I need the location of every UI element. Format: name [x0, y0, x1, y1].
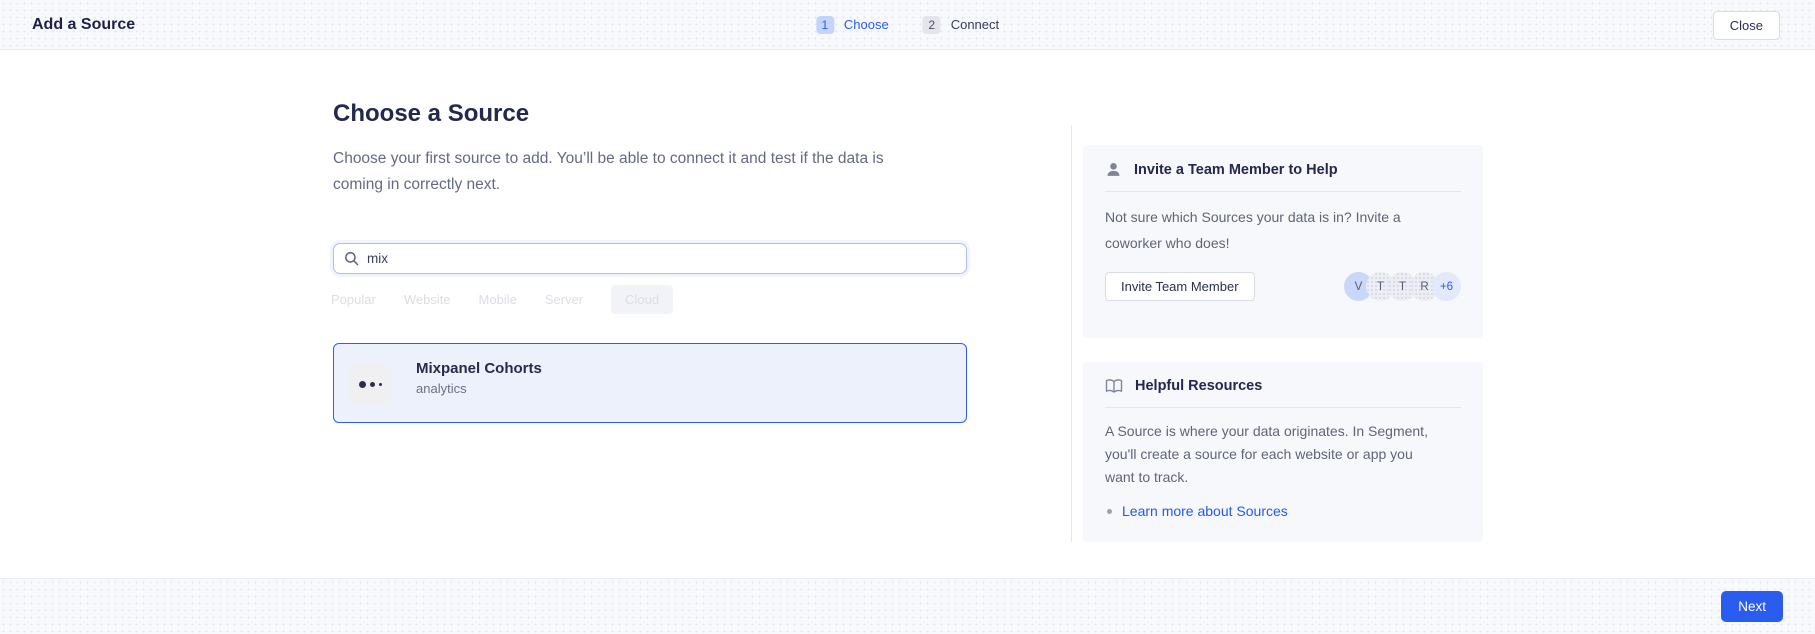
next-button[interactable]: Next [1721, 591, 1783, 622]
description-line-2: coming in correctly next. [333, 172, 884, 198]
avatar-overflow-count: +6 [1432, 272, 1461, 301]
step-2-badge: 2 [923, 16, 941, 34]
description-line-1: Choose your first source to add. You’ll … [333, 146, 884, 172]
filter-website[interactable]: Website [404, 285, 451, 314]
invite-card-title: Invite a Team Member to Help [1134, 162, 1338, 178]
invite-team-member-button[interactable]: Invite Team Member [1105, 272, 1255, 301]
learn-more-sources-link[interactable]: Learn more about Sources [1122, 503, 1288, 519]
source-name: Mixpanel Cohorts [416, 360, 542, 377]
page-title: Add a Source [32, 0, 135, 50]
team-avatars: V T T R +6 [1344, 272, 1461, 301]
person-icon [1105, 161, 1122, 178]
resources-card-title: Helpful Resources [1135, 378, 1262, 394]
bullet-icon [1107, 509, 1112, 514]
helpful-resources-card: Helpful Resources A Source is where your… [1083, 362, 1483, 542]
step-1-badge: 1 [816, 16, 834, 34]
search-input[interactable] [367, 251, 956, 266]
source-category: analytics [416, 381, 467, 396]
page-heading: Choose a Source [333, 100, 529, 128]
step-2-connect: Connect [951, 17, 999, 32]
resources-card-header: Helpful Resources [1083, 362, 1483, 394]
filter-mobile[interactable]: Mobile [479, 285, 517, 314]
close-button[interactable]: Close [1713, 11, 1780, 40]
resources-card-body: A Source is where your data originates. … [1083, 408, 1483, 489]
filter-server[interactable]: Server [545, 285, 583, 314]
invite-team-card: Invite a Team Member to Help Not sure wh… [1083, 145, 1483, 338]
source-result-mixpanel-cohorts[interactable]: Mixpanel Cohorts analytics [333, 343, 967, 423]
filter-cloud[interactable]: Cloud [611, 285, 673, 314]
add-source-page: Add a Source 1 Choose 2 Connect Close Ch… [0, 0, 1815, 634]
mixpanel-logo-icon [349, 363, 391, 405]
header-bar: Add a Source 1 Choose 2 Connect Close [0, 0, 1815, 50]
footer-bar: Next [0, 578, 1815, 634]
content-sidebar-divider [1071, 125, 1072, 542]
source-search[interactable] [333, 243, 967, 274]
invite-card-header: Invite a Team Member to Help [1083, 145, 1483, 178]
invite-card-body: Not sure which Sources your data is in? … [1083, 192, 1483, 256]
search-icon [344, 251, 359, 266]
page-description: Choose your first source to add. You’ll … [333, 146, 884, 198]
category-filters: Popular Website Mobile Server Cloud [331, 285, 673, 314]
filter-popular[interactable]: Popular [331, 285, 376, 314]
step-1-choose[interactable]: Choose [844, 17, 889, 32]
book-icon [1105, 378, 1123, 394]
stepper: 1 Choose 2 Connect [816, 0, 999, 50]
